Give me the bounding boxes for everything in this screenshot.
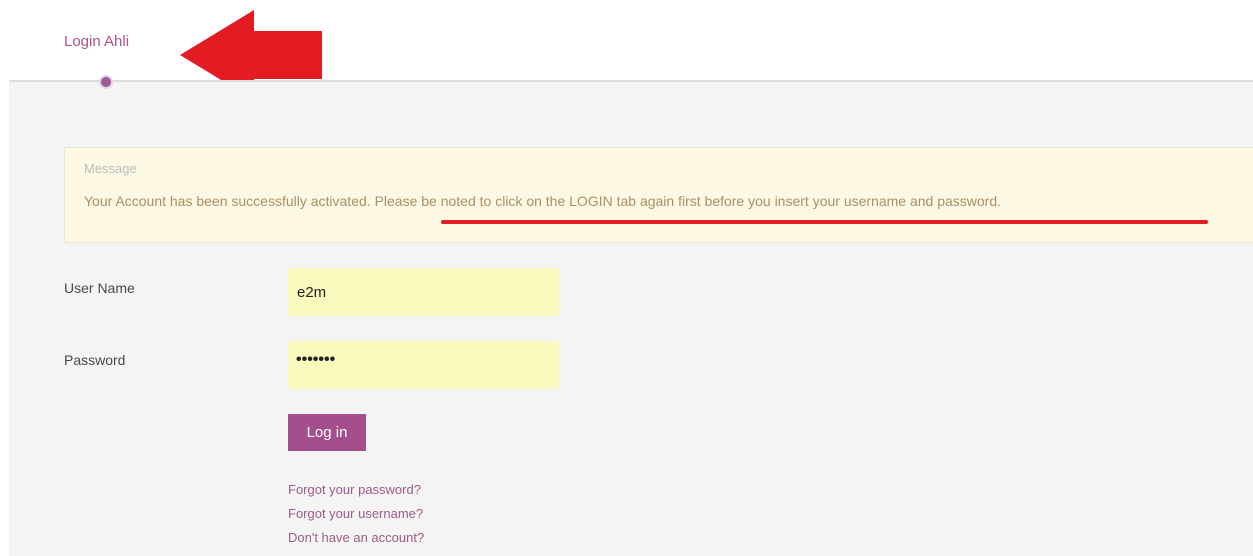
username-label: User Name	[64, 280, 135, 296]
password-label: Password	[64, 352, 126, 368]
tab-login-ahli[interactable]: Login Ahli	[64, 33, 129, 50]
username-input[interactable]	[288, 268, 559, 316]
message-text-part2: Please be noted to click on the LOGIN ta…	[374, 193, 1002, 209]
tab-bar: Login Ahli	[0, 0, 1253, 100]
password-input[interactable]	[288, 341, 559, 389]
tab-dot-icon	[101, 77, 111, 87]
message-text: Your Account has been successfully activ…	[84, 193, 1001, 209]
no-account-link[interactable]: Don't have an account?	[288, 530, 424, 545]
red-underline-annotation	[441, 220, 1208, 224]
message-box: Message Your Account has been successful…	[64, 147, 1253, 243]
message-title: Message	[84, 161, 137, 176]
message-text-part1: Your Account has been successfully activ…	[84, 193, 375, 209]
forgot-username-link[interactable]: Forgot your username?	[288, 506, 423, 521]
forgot-password-link[interactable]: Forgot your password?	[288, 482, 421, 497]
login-button[interactable]: Log in	[288, 414, 366, 451]
